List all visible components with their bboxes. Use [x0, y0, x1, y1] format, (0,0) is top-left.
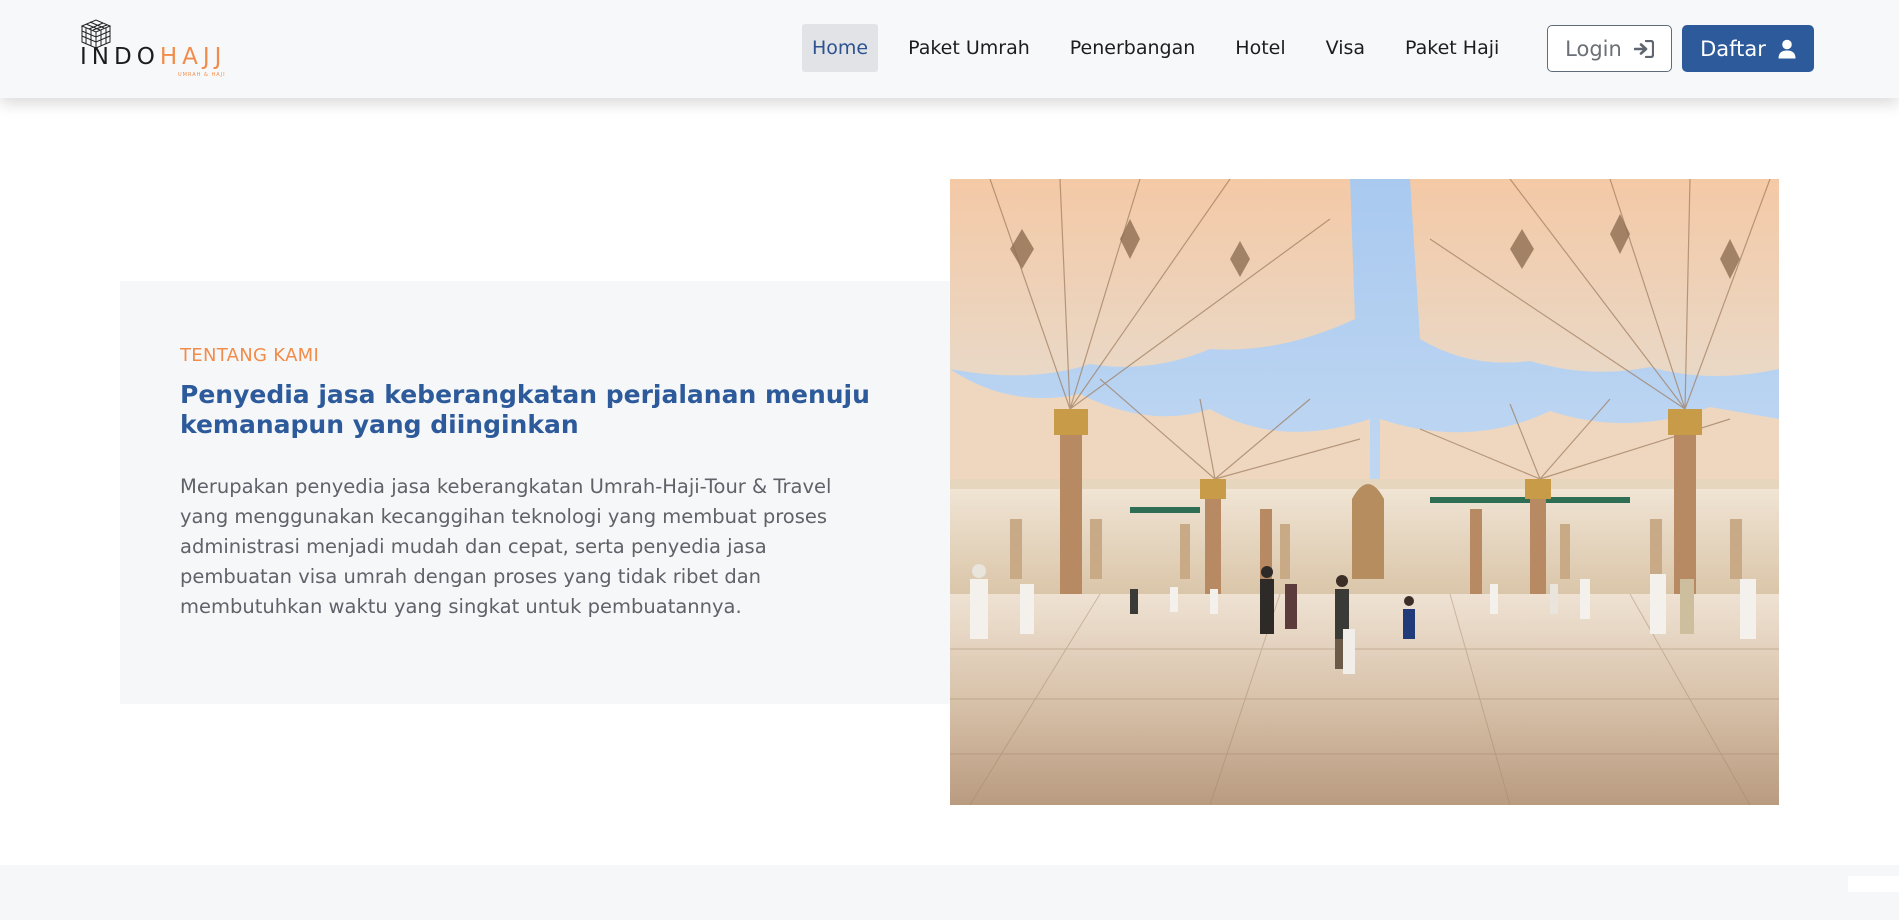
sign-in-icon — [1633, 39, 1654, 58]
brand-word-accent: HAJJ — [159, 44, 227, 70]
register-button[interactable]: Daftar — [1682, 25, 1814, 72]
mosque-courtyard-photo — [950, 179, 1779, 805]
brand-word-dark: INDO — [80, 44, 160, 70]
user-icon — [1778, 39, 1796, 59]
nav-item-visa[interactable]: Visa — [1316, 24, 1375, 72]
brand-logo[interactable]: INDOHAJJ UMRAH & HAJI — [78, 18, 230, 80]
nav-item-paket-haji[interactable]: Paket Haji — [1395, 24, 1509, 72]
login-button[interactable]: Login — [1547, 25, 1672, 72]
top-navbar: INDOHAJJ UMRAH & HAJI Home Paket Umrah P… — [0, 0, 1899, 98]
nav-item-home[interactable]: Home — [802, 24, 879, 72]
nav-item-paket-umrah[interactable]: Paket Umrah — [898, 24, 1040, 72]
brand-tagline: UMRAH & HAJI — [178, 72, 226, 78]
footer-section-top — [0, 865, 1899, 920]
about-eyebrow: TENTANG KAMI — [180, 345, 320, 366]
nav-item-penerbangan[interactable]: Penerbangan — [1060, 24, 1206, 72]
main-nav: Home Paket Umrah Penerbangan Hotel Visa … — [802, 24, 1529, 72]
register-button-label: Daftar — [1700, 36, 1766, 61]
scroll-corner — [1848, 876, 1899, 892]
nav-item-hotel[interactable]: Hotel — [1225, 24, 1295, 72]
about-description: Merupakan penyedia jasa keberangkatan Um… — [180, 475, 832, 618]
about-title: Penyedia jasa keberangkatan perjalanan m… — [180, 380, 870, 439]
brand-wordmark: INDOHAJJ — [80, 46, 226, 69]
login-button-label: Login — [1565, 36, 1622, 61]
mosque-umbrellas-illustration — [950, 179, 1779, 805]
